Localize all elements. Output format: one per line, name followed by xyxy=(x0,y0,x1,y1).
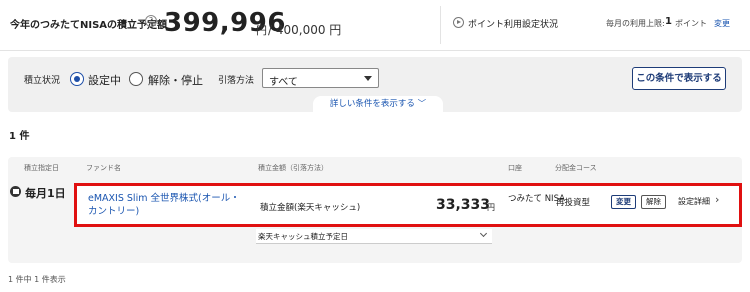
method-select[interactable]: すべて xyxy=(262,68,379,88)
play-circle-icon[interactable] xyxy=(453,17,464,28)
points-limit-value: 1 xyxy=(665,16,672,27)
plan-label: 今年のつみたてNISAの積立予定額 xyxy=(10,20,168,31)
col-header-account: 口座 xyxy=(508,164,522,172)
row-day: 毎月1日 xyxy=(25,187,66,200)
points-settings-link[interactable]: ポイント利用設定状況 xyxy=(468,17,558,30)
highlight-box xyxy=(74,183,742,227)
summary-bar: 今年のつみたてNISAの積立予定額 ? 399,996 円 / 400,000 … xyxy=(0,0,750,51)
help-icon[interactable]: ? xyxy=(145,15,157,27)
result-footer: 1 件中 1 件表示 xyxy=(8,275,66,284)
plan-limit: / 400,000 円 xyxy=(268,23,342,37)
radio-active[interactable] xyxy=(70,72,84,86)
points-change-link[interactable]: 変更 xyxy=(714,18,730,29)
filter-panel: 積立状況 設定中 解除・停止 引落方法 すべて この条件で表示する 詳しい条件を… xyxy=(8,57,742,112)
page: 今年のつみたてNISAの積立予定額 ? 399,996 円 / 400,000 … xyxy=(0,0,750,292)
result-count: 1 件 xyxy=(9,131,30,142)
points-limit-unit: ポイント xyxy=(675,19,707,28)
col-header-amount: 積立金額（引落方法） xyxy=(258,164,328,172)
plan-yen: 円 xyxy=(256,24,267,37)
radio-active-label[interactable]: 設定中 xyxy=(88,72,121,88)
cash-schedule-label: 楽天キャッシュ積立予定日 xyxy=(258,232,348,241)
method-label: 引落方法 xyxy=(218,76,255,86)
radio-cancelled[interactable] xyxy=(129,72,143,86)
col-header-day: 積立指定日 xyxy=(24,164,59,172)
calendar-icon xyxy=(10,186,21,197)
show-results-button[interactable]: この条件で表示する xyxy=(632,67,726,90)
divider xyxy=(440,6,441,44)
method-select-value: すべて xyxy=(269,77,298,88)
caret-down-icon xyxy=(364,76,372,81)
cash-schedule-dropdown[interactable]: 楽天キャッシュ積立予定日 xyxy=(256,229,492,244)
col-header-course: 分配金コース xyxy=(555,164,597,172)
status-label: 積立状況 xyxy=(24,76,61,86)
more-conditions-link[interactable]: 詳しい条件を表示する ﹀ xyxy=(313,96,443,112)
chevron-down-icon xyxy=(479,229,488,238)
result-list: 積立指定日 ファンド名 積立金額（引落方法） 口座 分配金コース 毎月1日 eM… xyxy=(8,157,742,263)
points-limit-label: 毎月の利用上限: xyxy=(606,19,665,28)
col-header-fund: ファンド名 xyxy=(86,164,121,172)
radio-cancelled-label[interactable]: 解除・停止 xyxy=(148,72,203,88)
